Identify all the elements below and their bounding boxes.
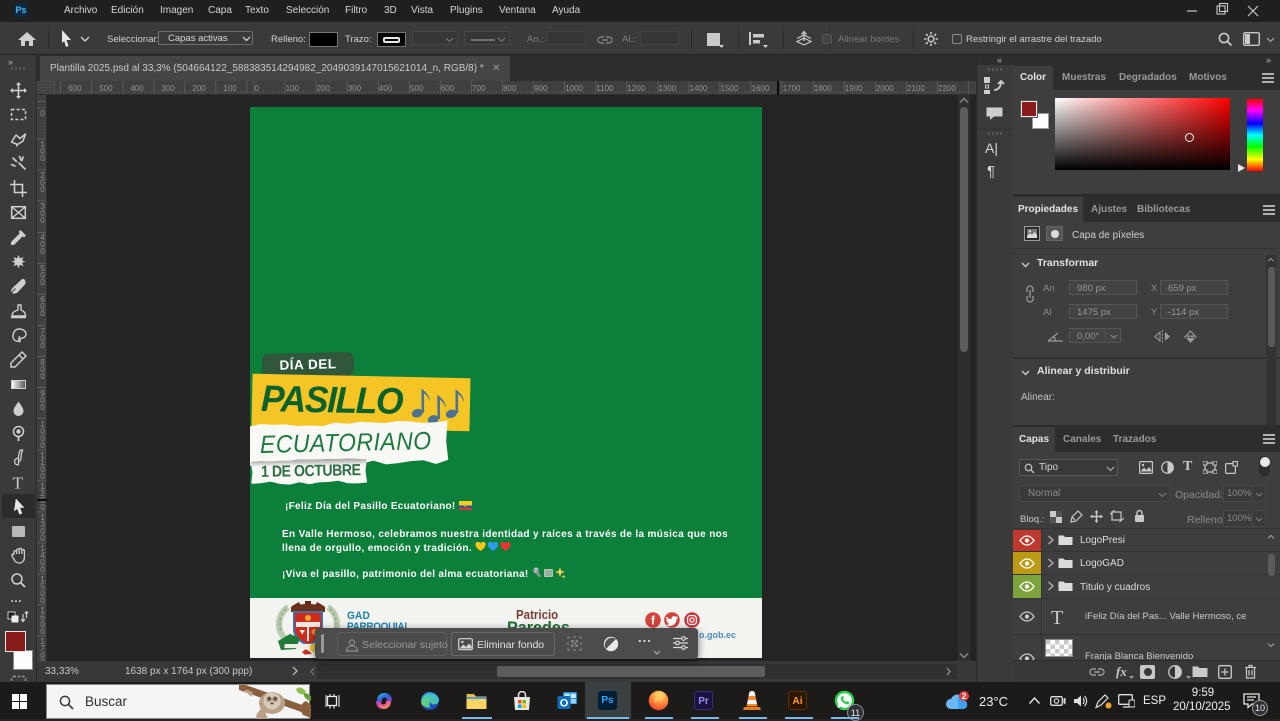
svg-text:2: 2 (962, 691, 967, 701)
svg-text:T: T (13, 474, 24, 491)
svg-text:O: O (560, 698, 569, 710)
